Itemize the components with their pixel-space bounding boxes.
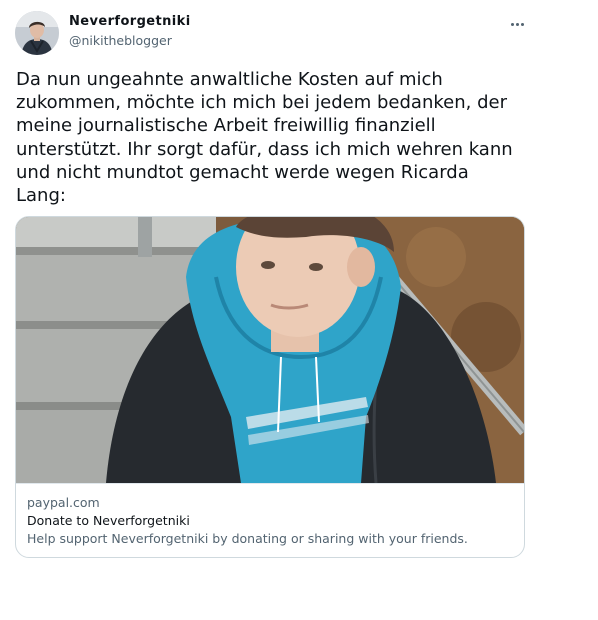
username-handle[interactable]: @nikitheblogger: [69, 32, 191, 49]
display-name[interactable]: Neverforgetniki: [69, 13, 191, 31]
link-preview-card[interactable]: paypal.com Donate to Neverforgetniki Hel…: [15, 216, 525, 558]
more-horizontal-icon: [510, 22, 514, 26]
tweet: Neverforgetniki @nikitheblogger Da nun u…: [0, 0, 598, 620]
card-info: paypal.com Donate to Neverforgetniki Hel…: [16, 483, 524, 557]
user-info: Neverforgetniki @nikitheblogger: [69, 13, 191, 49]
tweet-text: Da nun ungeahnte anwaltliche Kosten auf …: [16, 69, 513, 207]
card-photo: [16, 217, 524, 483]
more-options-button[interactable]: [505, 14, 529, 34]
card-description: Help support Neverforgetniki by donating…: [27, 531, 468, 546]
card-image[interactable]: [16, 217, 524, 483]
more-horizontal-icon: [515, 22, 519, 26]
more-horizontal-icon: [520, 22, 524, 26]
avatar[interactable]: [15, 11, 59, 55]
card-title: Donate to Neverforgetniki: [27, 513, 190, 528]
card-domain: paypal.com: [27, 495, 100, 510]
avatar-photo: [15, 11, 59, 55]
